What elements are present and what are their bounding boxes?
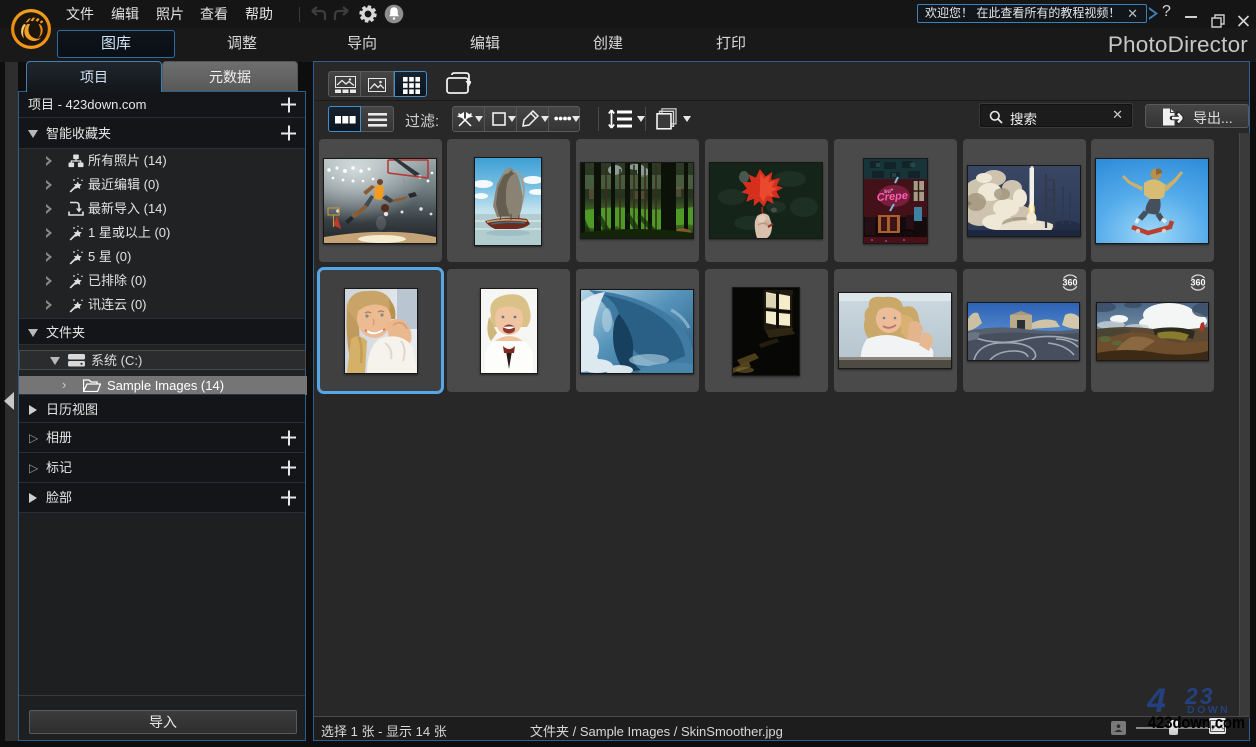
svg-text:360: 360 bbox=[1062, 277, 1077, 287]
svg-text:360: 360 bbox=[1191, 277, 1206, 287]
svg-text:423down.com: 423down.com bbox=[1148, 713, 1245, 732]
svg-text:Crepe: Crepe bbox=[876, 189, 908, 203]
